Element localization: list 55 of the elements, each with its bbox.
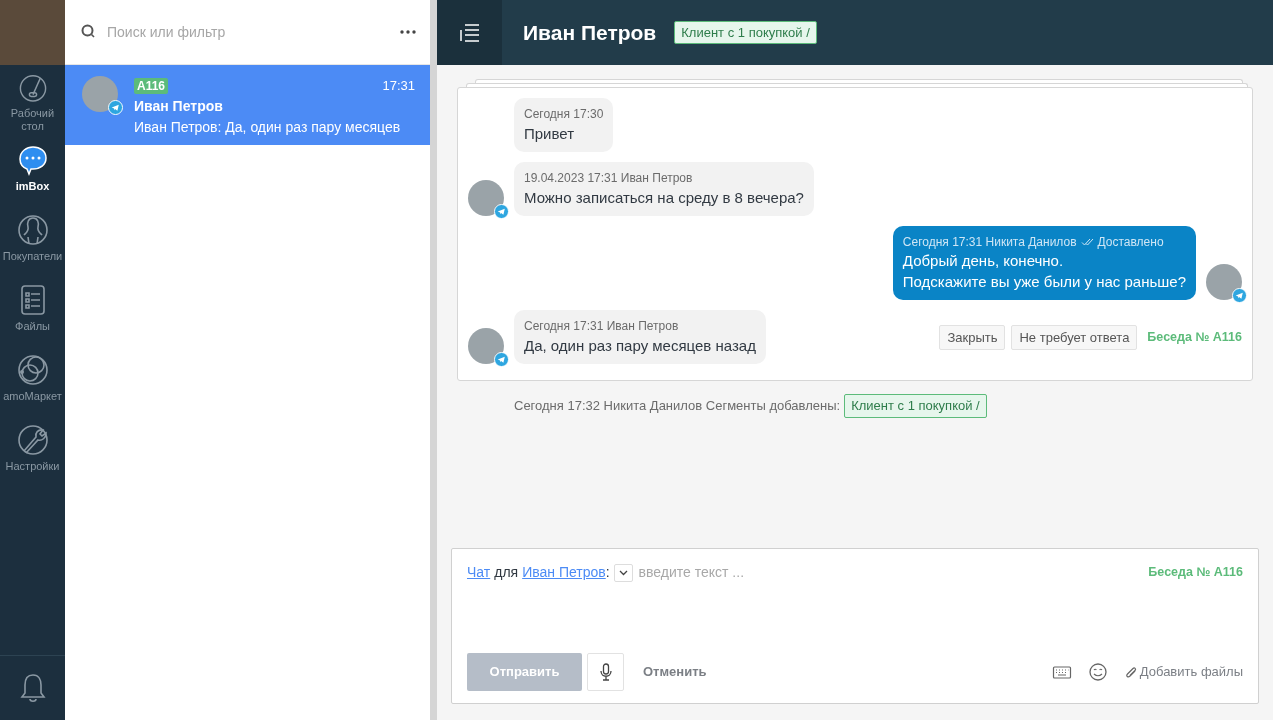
sidebar-item[interactable]: Рабочий стол [0,65,65,135]
cancel-button[interactable]: Отменить [637,661,713,683]
list-icon [458,22,481,43]
message-preview: Иван Петров: Да, один раз пару месяцев [134,117,402,137]
channel-link[interactable]: Чат [467,562,491,583]
sidebar-item[interactable]: imBox [0,135,65,205]
message-meta: Сегодня 17:31 Никита Данилов [902,233,1077,251]
message-text: Добрый день, конечно. [902,251,1065,272]
message-text: Можно записаться на среду в 8 вечера? [524,187,804,208]
double-check-icon [1080,238,1094,246]
delivery-status: Доставлено [1097,233,1164,251]
emoji-icon[interactable] [1087,662,1108,682]
conversation-label[interactable]: Беседа № A116 [1147,327,1242,347]
telegram-icon [494,203,509,219]
sidebar-item[interactable]: Настройки [0,415,65,485]
conversation-tag: A116 [134,77,169,94]
contact-link[interactable]: Иван Петров [522,562,606,583]
sidebar-item[interactable]: Покупатели [0,205,65,275]
sidebar-item[interactable]: Файлы [0,275,65,345]
search-icon [81,24,97,40]
avatar-placeholder [82,76,118,112]
overlapping-circles-icon [15,353,50,387]
scrollbar[interactable] [430,0,437,720]
conversation-label[interactable]: Беседа № A116 [1148,563,1243,582]
segment-tag: Клиент с 1 покупкой / [844,394,987,418]
conversation-action-button[interactable]: Не требует ответа [1011,324,1138,351]
telegram-icon [494,352,509,368]
conversation-action-button[interactable]: Закрыть [939,324,1006,351]
chevron-down-icon [618,569,628,576]
separator-text: : [605,563,610,582]
segment-tag[interactable]: Клиент с 1 покупкой / [674,20,817,45]
message-text: Да, один раз пару месяцев назад [524,336,756,357]
contact-title: Иван Петров [523,19,657,46]
settings-wrench-icon [15,423,50,457]
paperclip-icon [1123,664,1138,680]
sidebar-item[interactable]: amoМаркет [0,345,65,415]
more-icon[interactable] [400,30,416,34]
contact-name: Иван Петров [134,96,224,116]
recipient-dropdown[interactable] [613,563,633,582]
chat-list-item[interactable]: A116 17:31 Иван Петров Иван Петров: Да, один раз пару месяцев [65,65,430,145]
message-meta: Сегодня 17:31 Иван Петров [524,318,679,336]
event-text: Сегодня 17:32 Никита Данилов Сегменты добавлены: [514,397,841,416]
microphone-button[interactable] [587,653,624,691]
composer-label: для [494,563,519,582]
message-meta: 19.04.2023 17:31 Иван Петров [524,169,693,187]
message-text: Подскажите вы уже были у нас раньше? [902,272,1186,293]
message-meta: Сегодня 17:30 [524,106,604,123]
person-icon [15,213,50,247]
telegram-icon [108,100,123,115]
message-text: Привет [524,123,576,144]
menu-button[interactable] [437,0,502,65]
add-files-button[interactable]: Добавить файлы [1123,662,1243,682]
message-time: 17:31 [382,77,415,95]
telegram-icon [1232,288,1247,304]
microphone-icon [599,663,612,681]
